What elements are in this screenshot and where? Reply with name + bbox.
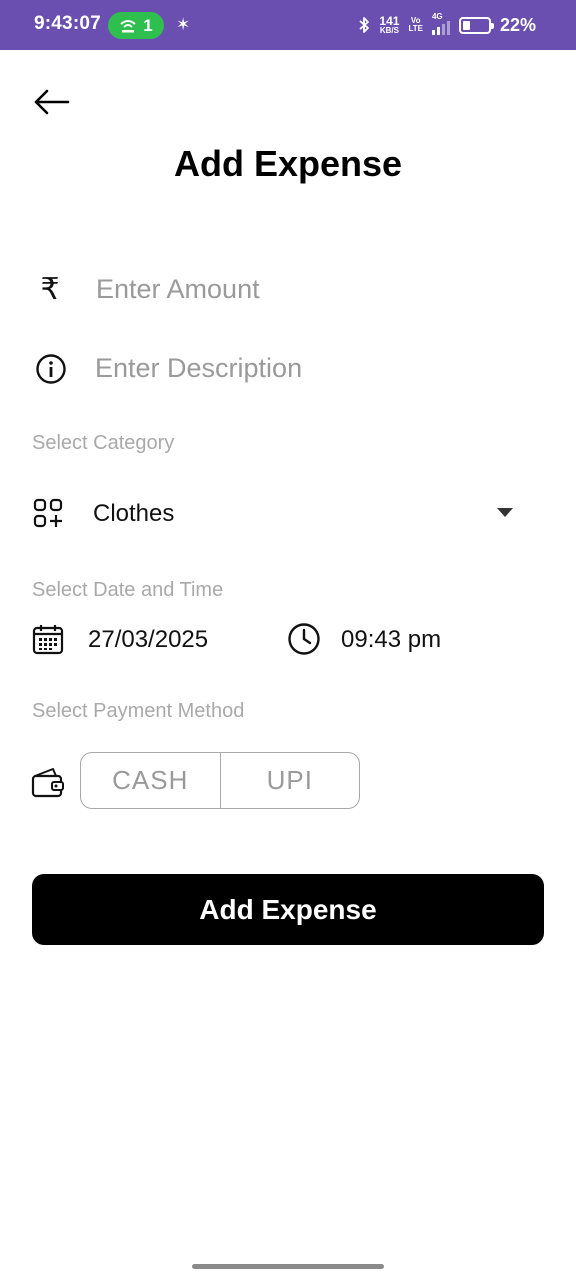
network-type: 4G [431, 12, 443, 21]
add-expense-button[interactable]: Add Expense [32, 874, 544, 945]
status-bar: 9:43:07 1 ✶ 141 KB/S Vo LTE 4G 22% [0, 0, 576, 50]
bluetooth-icon [359, 17, 370, 33]
info-icon [35, 353, 67, 385]
payment-method-toggle: CASH UPI [80, 752, 360, 809]
wallet-icon [31, 765, 65, 799]
amount-input[interactable]: Enter Amount [96, 274, 260, 305]
time-picker[interactable]: 09:43 pm [341, 626, 441, 654]
hotspot-indicator: 1 [108, 12, 164, 39]
payment-option-upi[interactable]: UPI [219, 753, 360, 808]
home-indicator[interactable] [192, 1264, 384, 1269]
spark-icon: ✶ [176, 15, 191, 34]
network-speed: 141 KB/S [379, 15, 399, 35]
category-grid-icon [33, 498, 63, 528]
clock-icon [287, 622, 321, 656]
page-title: Add Expense [173, 143, 403, 184]
back-button[interactable] [30, 84, 72, 120]
datetime-label: Select Date and Time [32, 579, 224, 601]
status-icons: 141 KB/S Vo LTE 4G 22% [358, 12, 536, 38]
rupee-icon: ₹ [40, 271, 60, 307]
chevron-down-icon[interactable] [497, 508, 513, 517]
net-speed-unit: KB/S [379, 26, 399, 35]
category-label: Select Category [32, 432, 175, 454]
arrow-left-icon [34, 89, 70, 115]
status-time: 9:43:07 [34, 13, 101, 34]
description-input[interactable]: Enter Description [95, 353, 302, 384]
date-picker[interactable]: 27/03/2025 [88, 626, 208, 654]
battery-percent: 22% [499, 14, 536, 35]
volte-indicator: Vo LTE [408, 17, 423, 33]
payment-label: Select Payment Method [32, 700, 245, 722]
calendar-icon [32, 623, 64, 655]
hotspot-icon [120, 19, 136, 32]
payment-option-cash[interactable]: CASH [81, 753, 220, 808]
category-select[interactable]: Clothes [93, 500, 174, 528]
hotspot-count: 1 [143, 15, 153, 35]
signal-strength-icon: 4G [431, 12, 450, 35]
volte-bottom: LTE [408, 24, 423, 33]
battery-icon [458, 16, 494, 34]
